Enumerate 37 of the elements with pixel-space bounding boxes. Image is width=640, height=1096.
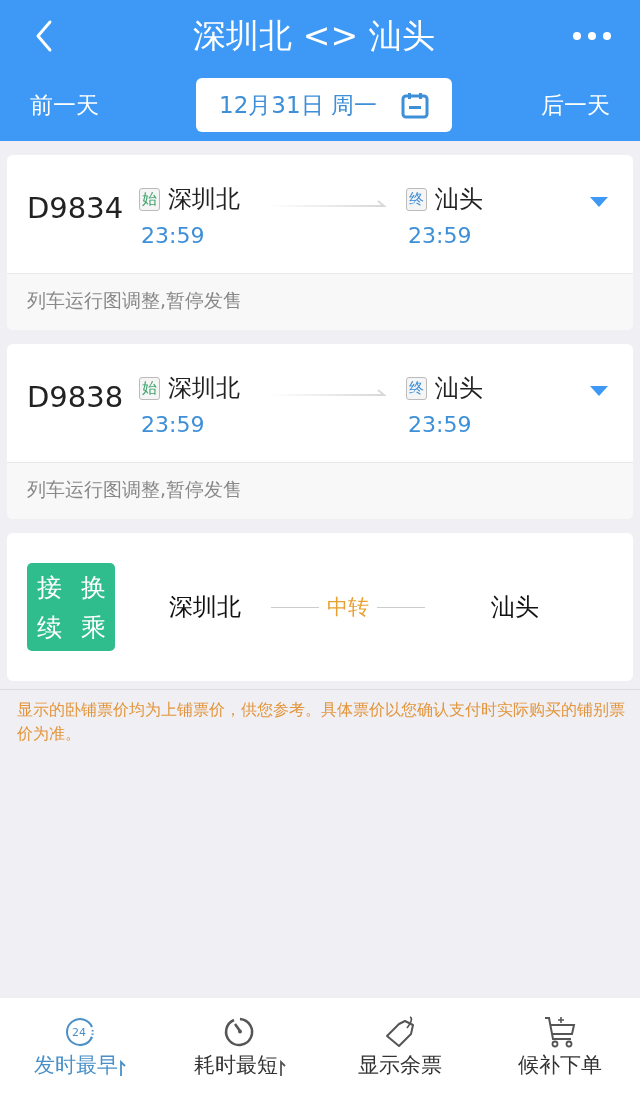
- transfer-card[interactable]: 接 换 续 乘 深圳北 中转 汕头: [7, 533, 633, 681]
- station-name: 深圳北: [168, 184, 240, 215]
- badge-character: 续: [36, 611, 62, 644]
- departure-time: 23:59: [140, 412, 206, 437]
- page-title: 深圳北 <> 汕头: [192, 14, 436, 57]
- station-name: 汕头: [435, 373, 483, 404]
- dropdown-icon[interactable]: [589, 385, 609, 397]
- price-note: 显示的卧铺票价均为上铺票价，供您参考。具体票价以您确认支付时实际购买的铺别票价为准。: [0, 689, 640, 746]
- sort-tab[interactable]: 显示余票: [320, 998, 480, 1096]
- start-tag: 始: [139, 376, 160, 400]
- arrival-time: 23:59: [407, 223, 473, 248]
- train-card[interactable]: D9834 始 深圳北 23:59 终 汕头 23:59 列车运行图调整,暂停发售: [7, 155, 633, 330]
- train-number: D9834: [27, 190, 125, 225]
- station-name: 汕头: [490, 592, 540, 623]
- station-name: 汕头: [435, 184, 483, 215]
- train-card[interactable]: D9838 始 深圳北 23:59 终 汕头 23:59 列车运行图调整,暂停发售: [7, 344, 633, 519]
- price-tag-icon: [383, 1015, 417, 1049]
- station-name: 深圳北: [168, 373, 240, 404]
- calendar-icon[interactable]: [400, 91, 429, 119]
- badge-character: 乘: [80, 611, 106, 644]
- start-tag: 始: [139, 187, 160, 211]
- sort-tab[interactable]: 候补下单: [480, 998, 640, 1096]
- sort-tab[interactable]: 耗时最短: [160, 998, 320, 1096]
- dropdown-icon[interactable]: [589, 196, 609, 208]
- sale-notice: 列车运行图调整,暂停发售: [7, 462, 633, 519]
- arrival-time: 23:59: [407, 412, 473, 437]
- sale-notice: 列车运行图调整,暂停发售: [7, 273, 633, 330]
- badge-character: 接: [36, 571, 62, 604]
- badge-character: 换: [80, 571, 106, 604]
- cart-icon: [543, 1015, 577, 1049]
- station-name: 深圳北: [168, 592, 242, 623]
- departure-time: 23:59: [140, 223, 206, 248]
- transfer-label: 中转: [327, 594, 369, 621]
- more-icon[interactable]: [572, 31, 612, 41]
- end-tag: 终: [406, 376, 427, 400]
- end-tag: 终: [406, 187, 427, 211]
- train-number: D9838: [27, 379, 125, 414]
